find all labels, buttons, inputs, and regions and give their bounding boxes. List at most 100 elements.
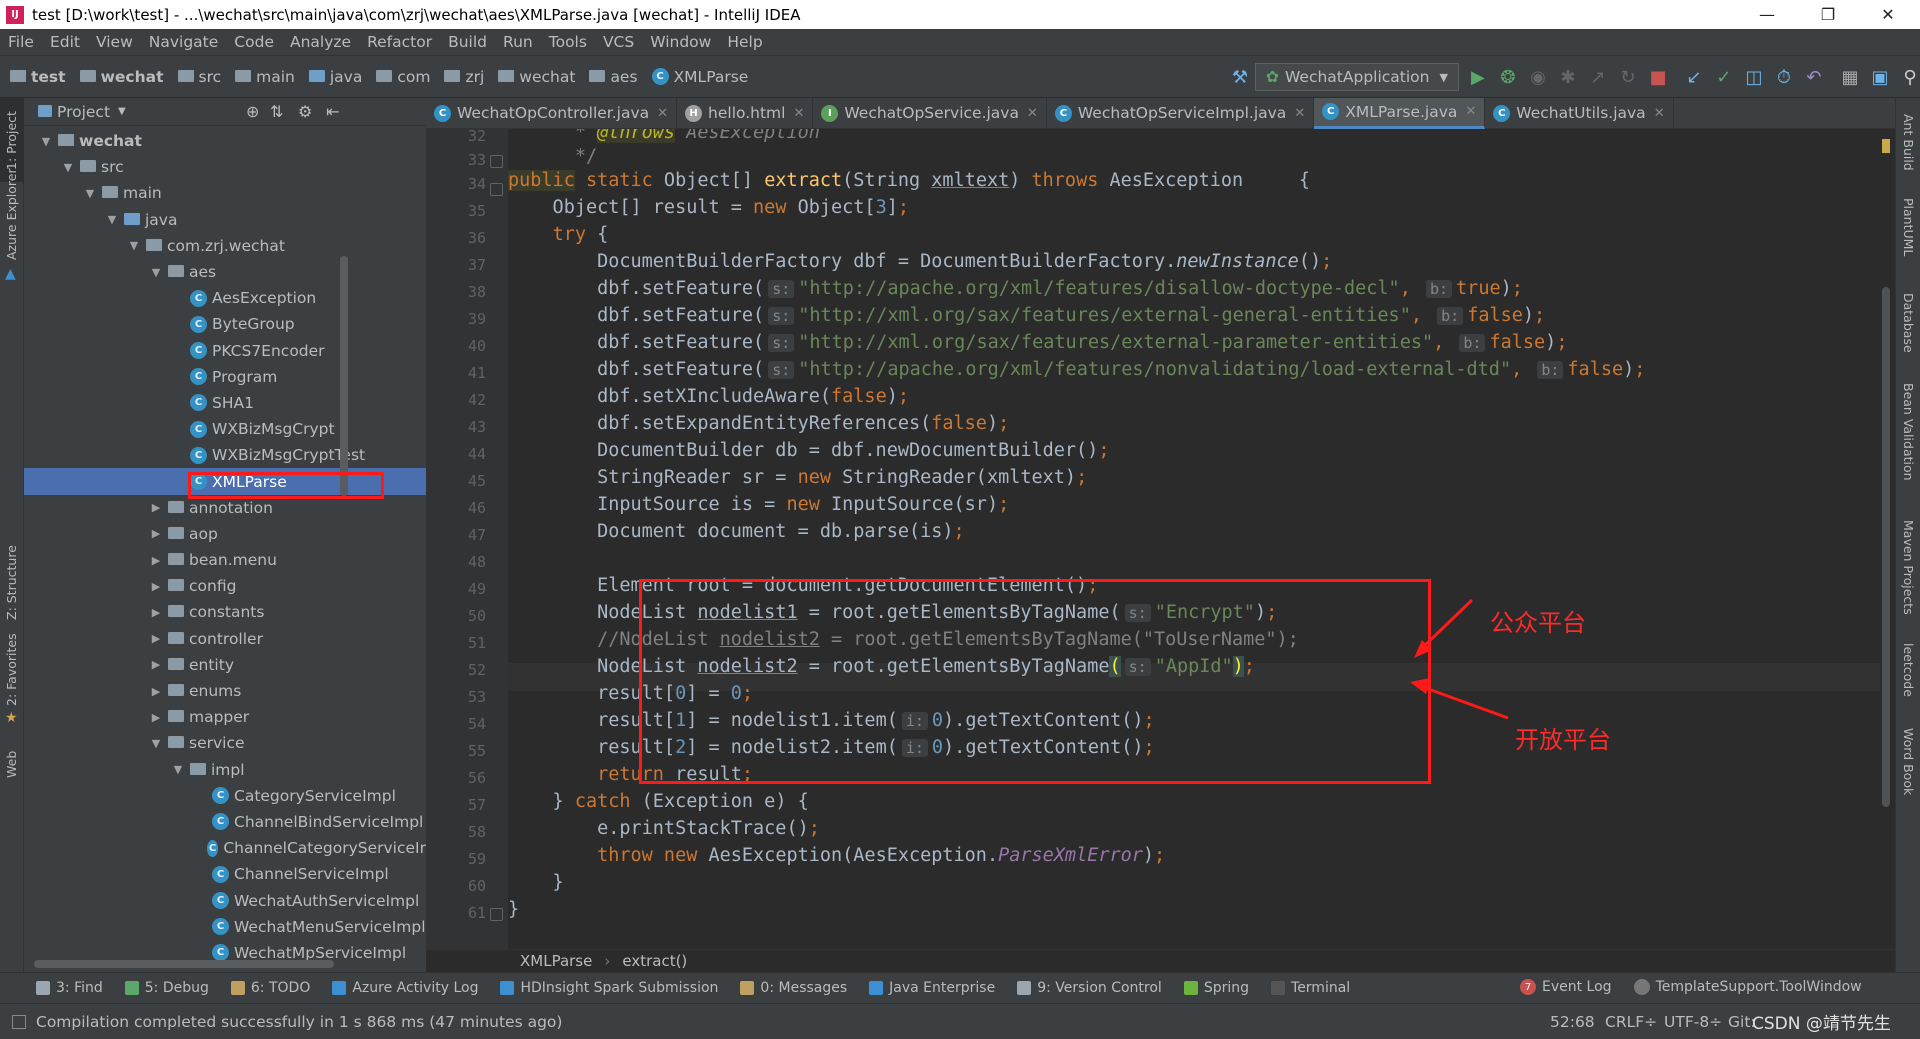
collapsed-arrow-icon[interactable]: ▶	[148, 658, 164, 671]
project-scrollbar[interactable]	[340, 256, 348, 496]
tree-item-impl[interactable]: ▼ impl	[24, 757, 426, 783]
menu-refactor[interactable]: Refactor	[359, 33, 440, 51]
coverage-icon[interactable]: ◉	[1527, 66, 1549, 88]
editor-crumb-method[interactable]: extract()	[622, 952, 687, 970]
tool-window-5-debug[interactable]: 5: Debug	[124, 980, 209, 996]
expanded-arrow-icon[interactable]: ▼	[104, 213, 120, 226]
favorites-tool-button[interactable]: 2: Favorites	[4, 633, 19, 706]
tab-hello-html[interactable]: Hhello.html ✕	[677, 97, 814, 129]
menu-run[interactable]: Run	[495, 33, 541, 51]
close-icon[interactable]: ✕	[1027, 106, 1038, 121]
structure-tool-button[interactable]: Z: Structure	[4, 545, 19, 620]
menu-help[interactable]: Help	[719, 33, 770, 51]
search-icon[interactable]: ⚲	[1899, 66, 1920, 88]
rerun-icon[interactable]: ↻	[1617, 66, 1639, 88]
breadcrumb-zrj[interactable]: zrj	[444, 68, 484, 86]
tree-item-wxbizmsgcrypttest[interactable]: C WXBizMsgCryptTest	[24, 442, 426, 468]
hammer-icon[interactable]: ⚒	[1229, 66, 1251, 88]
expanded-arrow-icon[interactable]: ▼	[148, 266, 164, 279]
tree-item-com-zrj-wechat[interactable]: ▼ com.zrj.wechat	[24, 233, 426, 259]
menu-build[interactable]: Build	[440, 33, 495, 51]
word-book-tool-button[interactable]: Word Book	[1901, 728, 1916, 795]
expanded-arrow-icon[interactable]: ▼	[126, 239, 142, 252]
breadcrumb-src[interactable]: src	[177, 68, 221, 86]
breadcrumb-test[interactable]: test	[10, 68, 66, 86]
minimize-button[interactable]: —	[1739, 0, 1795, 29]
tree-item-channelserviceimpl[interactable]: C ChannelServiceImpl	[24, 861, 426, 887]
tree-item-aop[interactable]: ▶ aop	[24, 521, 426, 547]
tab-wechatopserviceimpl-java[interactable]: C WechatOpServiceImpl.java ✕	[1047, 97, 1315, 129]
project-tool-button[interactable]: 1: Project	[4, 111, 19, 170]
tool-window-spring[interactable]: Spring	[1183, 980, 1249, 996]
plantuml-tool-button[interactable]: PlantUML	[1901, 198, 1916, 256]
translate-icon[interactable]: ▣	[1869, 66, 1891, 88]
collapsed-arrow-icon[interactable]: ▶	[148, 711, 164, 724]
debug-icon[interactable]: ❂	[1497, 66, 1519, 88]
tree-item-bean-menu[interactable]: ▶ bean.menu	[24, 547, 426, 573]
toggle-tool-windows-icon[interactable]	[12, 1014, 26, 1029]
expanded-arrow-icon[interactable]: ▼	[38, 135, 54, 148]
tree-item-config[interactable]: ▶ config	[24, 573, 426, 599]
expanded-arrow-icon[interactable]: ▼	[170, 763, 186, 776]
collapsed-arrow-icon[interactable]: ▶	[148, 606, 164, 619]
collapsed-arrow-icon[interactable]: ▶	[148, 632, 164, 645]
run-configuration-select[interactable]: ✿ WechatApplication ▼	[1255, 63, 1459, 91]
leetcode-tool-button[interactable]: leetcode	[1901, 643, 1916, 697]
bean-validation-tool-button[interactable]: Bean Validation	[1901, 383, 1916, 481]
locate-icon[interactable]: ⊕	[246, 102, 259, 121]
fold-marker-icon[interactable]	[490, 183, 503, 196]
menu-edit[interactable]: Edit	[42, 33, 88, 51]
tree-item-aesexception[interactable]: C AesException	[24, 285, 426, 311]
vcs-history-icon[interactable]: ⏱	[1773, 66, 1795, 88]
close-button[interactable]: ✕	[1860, 0, 1916, 29]
tree-item-bytegroup[interactable]: C ByteGroup	[24, 311, 426, 337]
tree-item-sha1[interactable]: C SHA1	[24, 390, 426, 416]
menu-tools[interactable]: Tools	[541, 33, 595, 51]
caret-position[interactable]: 52:68	[1550, 1013, 1595, 1031]
chevron-down-icon[interactable]: ▼	[118, 106, 126, 117]
code-editor[interactable]: * @throws AesException */ public static …	[508, 129, 1880, 949]
breadcrumb-wechat[interactable]: wechat	[79, 68, 164, 86]
tree-item-mapper[interactable]: ▶ mapper	[24, 704, 426, 730]
tree-item-aes[interactable]: ▼ aes	[24, 259, 426, 285]
breadcrumb-wechat-pkg[interactable]: wechat	[498, 68, 575, 86]
tab-wechatopcontroller-java[interactable]: C WechatOpController.java ✕	[426, 97, 678, 129]
tree-item-program[interactable]: C Program	[24, 364, 426, 390]
collapse-all-icon[interactable]: ⇅	[270, 102, 283, 121]
editor-scroll-thumb[interactable]	[1882, 287, 1890, 807]
breadcrumb-xmlparse[interactable]: C XMLParse	[651, 68, 748, 86]
project-hscrollbar[interactable]	[34, 960, 334, 968]
menu-view[interactable]: View	[88, 33, 141, 51]
collapsed-arrow-icon[interactable]: ▶	[148, 501, 164, 514]
collapsed-arrow-icon[interactable]: ▶	[148, 554, 164, 567]
vcs-compare-icon[interactable]: ◫	[1743, 66, 1765, 88]
attach-icon[interactable]: ↗	[1587, 66, 1609, 88]
tool-window-templatesupport-toolwindow[interactable]: TemplateSupport.ToolWindow	[1633, 979, 1862, 995]
tool-window-0-messages[interactable]: 0: Messages	[740, 980, 847, 996]
tree-item-channelcategoryserviceir[interactable]: C ChannelCategoryServiceIr	[24, 835, 426, 861]
tree-item-constants[interactable]: ▶ constants	[24, 599, 426, 625]
stop-icon[interactable]: ■	[1647, 66, 1669, 88]
tab-wechatopservice-java[interactable]: I WechatOpService.java ✕	[813, 97, 1047, 129]
tool-window-9-version-control[interactable]: 9: Version Control	[1017, 980, 1162, 996]
expanded-arrow-icon[interactable]: ▼	[82, 187, 98, 200]
ant-build-tool-button[interactable]: Ant Build	[1901, 114, 1916, 171]
vcs-update-icon[interactable]: ↙	[1683, 66, 1705, 88]
database-tool-button[interactable]: Database	[1901, 293, 1916, 353]
close-icon[interactable]: ✕	[793, 106, 804, 121]
editor-crumb-class[interactable]: XMLParse	[520, 952, 592, 970]
tab-xmlparse-java[interactable]: C XMLParse.java ✕	[1314, 97, 1486, 129]
tree-item-wechat[interactable]: ▼ wechat	[24, 128, 426, 154]
tree-item-categoryserviceimpl[interactable]: C CategoryServiceImpl	[24, 783, 426, 809]
tool-window-event-log[interactable]: 7 Event Log	[1520, 979, 1612, 995]
close-icon[interactable]: ✕	[1654, 106, 1665, 121]
line-separator[interactable]: CRLF÷	[1605, 1013, 1657, 1031]
vcs-commit-icon[interactable]: ✓	[1713, 66, 1735, 88]
restore-button[interactable]: ❐	[1800, 0, 1856, 29]
expanded-arrow-icon[interactable]: ▼	[148, 737, 164, 750]
menu-file[interactable]: File	[0, 33, 42, 51]
close-icon[interactable]: ✕	[657, 106, 668, 121]
tree-item-src[interactable]: ▼ src	[24, 154, 426, 180]
tree-item-wechatauthserviceimpl[interactable]: C WechatAuthServiceImpl	[24, 887, 426, 913]
project-structure-icon[interactable]: ▦	[1839, 66, 1861, 88]
